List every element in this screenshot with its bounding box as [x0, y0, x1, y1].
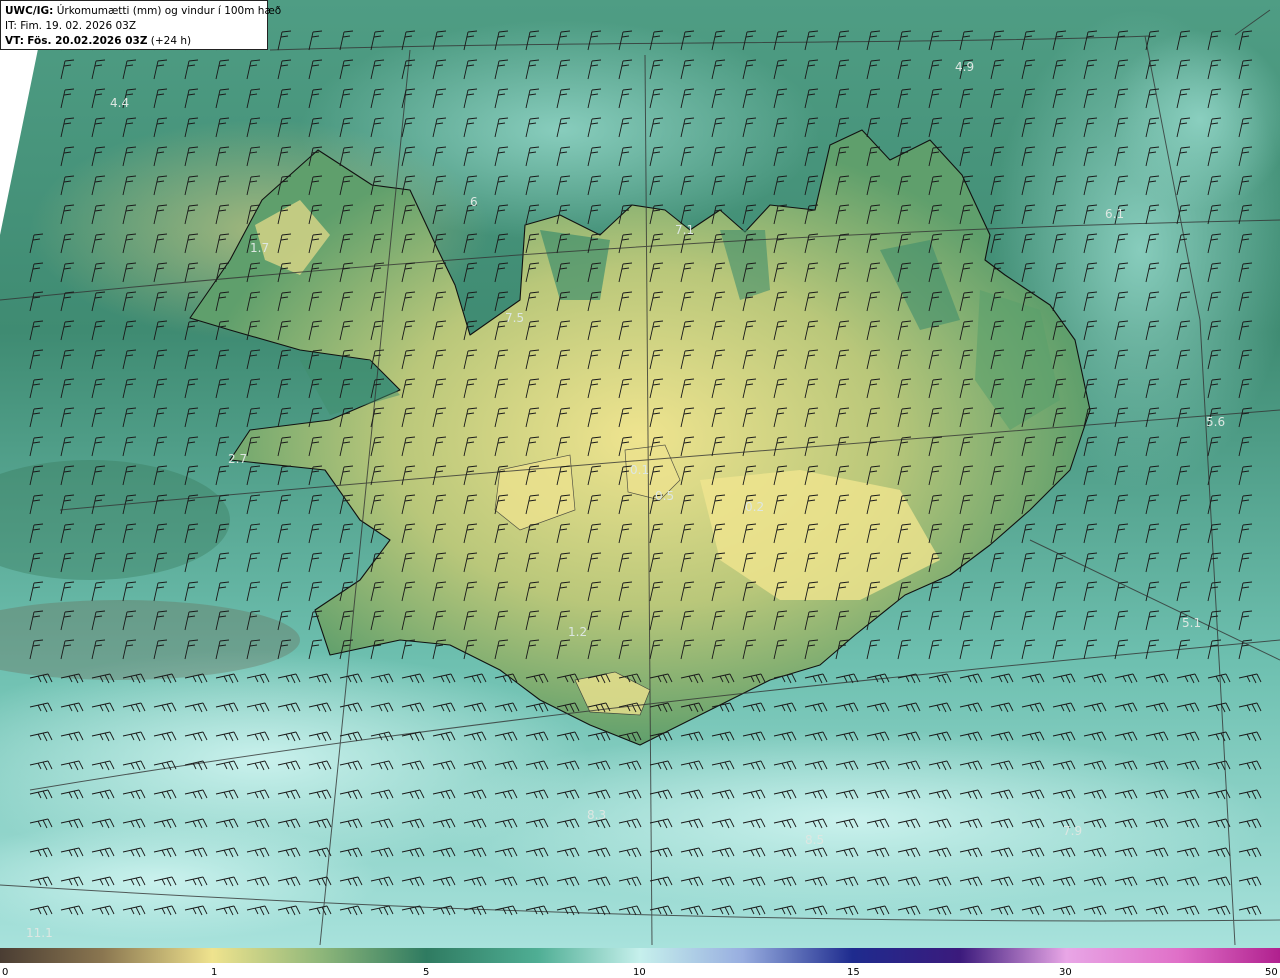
value-label: 8.5: [805, 833, 824, 847]
value-label: 7.9: [1063, 824, 1082, 838]
color-tick-label: 30: [1059, 967, 1072, 978]
initial-time-line: IT: Fim. 19. 02. 2026 03Z: [5, 19, 263, 34]
valid-time-line: VT: Fös. 20.02.2026 03Z (+24 h): [5, 34, 263, 49]
color-tick-label: 15: [847, 967, 860, 978]
color-tick-label: 0: [2, 967, 8, 978]
valid-label: VT:: [5, 35, 24, 47]
valid-time: Fös. 20.02.2026 03Z: [27, 35, 148, 47]
color-tick-label: 10: [633, 967, 646, 978]
color-bar: [0, 948, 1280, 963]
color-tick-label: 1: [211, 967, 217, 978]
value-label: 8.3: [587, 808, 606, 822]
value-label: 1.2: [568, 625, 587, 639]
value-label: 7.5: [505, 311, 524, 325]
value-label: 1.7: [250, 241, 269, 255]
color-tick-label: 5: [423, 967, 429, 978]
lead-time: (+24 h): [150, 35, 192, 47]
value-label: 0.5: [655, 489, 674, 503]
value-label: 7.1: [675, 223, 694, 237]
color-legend: 0 1 5 10 15 30 50: [0, 948, 1280, 978]
title-line: UWC/IG: Úrkomumætti (mm) og vindur í 100…: [5, 4, 281, 19]
value-label: 6.1: [1105, 207, 1124, 221]
initial-label: IT:: [5, 20, 17, 32]
value-label: 4.9: [955, 60, 974, 74]
value-label: 0.2: [745, 500, 764, 514]
map-title-box: UWC/IG: Úrkomumætti (mm) og vindur í 100…: [0, 0, 281, 50]
parameter-name: Úrkomumætti (mm) og vindur í 100m hæð: [56, 5, 282, 17]
value-label: 2.7: [228, 452, 247, 466]
value-label: 11.1: [26, 926, 53, 940]
model-name: UWC/IG:: [5, 5, 54, 17]
value-label: 5.1: [1182, 616, 1201, 630]
color-tick-label: 50: [1265, 967, 1278, 978]
value-label: 6: [470, 195, 478, 209]
initial-time: Fim. 19. 02. 2026 03Z: [20, 20, 137, 32]
forecast-map: 4.4 4.9 6.1 5.6 5.1 1.7 2.7 6 7.1 7.5 0.…: [0, 0, 1280, 978]
value-label: 4.4: [110, 96, 129, 110]
value-label: 0.1: [630, 463, 649, 477]
value-label: 5.6: [1206, 415, 1225, 429]
